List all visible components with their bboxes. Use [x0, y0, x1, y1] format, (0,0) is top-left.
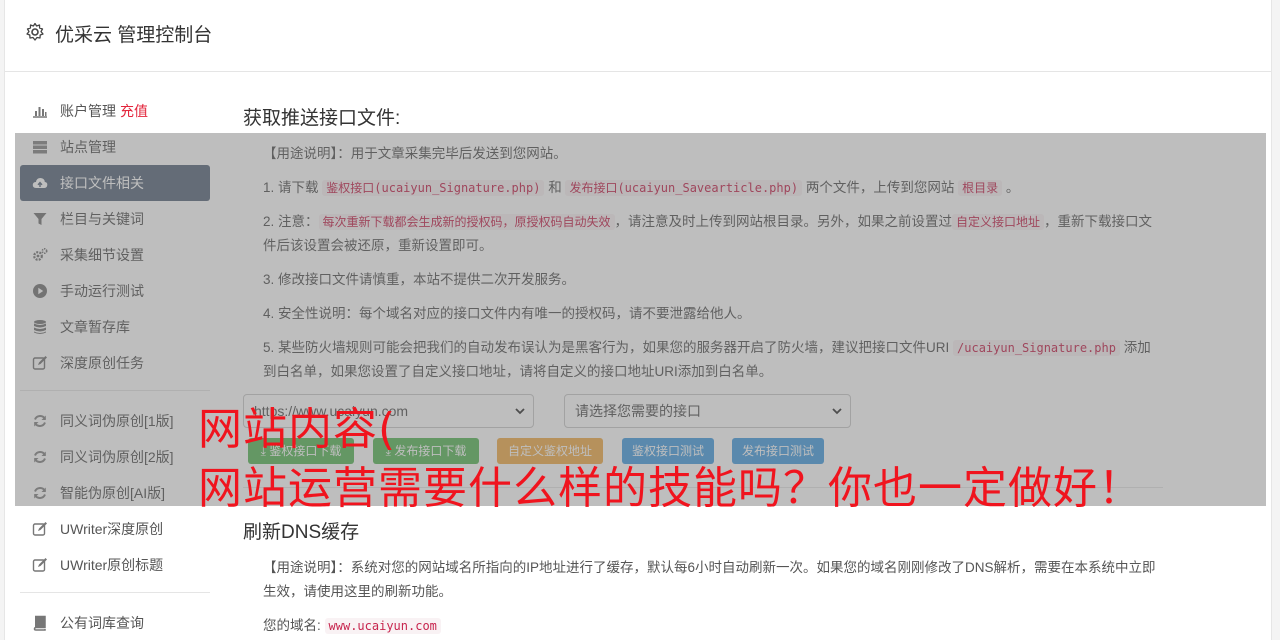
book-icon	[33, 615, 46, 631]
dns-instructions: 【用途说明】：系统对您的网站域名所指向的IP地址进行了缓存，默认每6小时自动刷新…	[243, 556, 1163, 638]
sidebar-item-public-lexicon[interactable]: 公有词库查询	[20, 605, 210, 640]
page-title: 优采云 管理控制台	[55, 25, 213, 46]
recharge-link[interactable]: 充值	[120, 103, 148, 119]
sidebar-divider	[20, 592, 210, 593]
sidebar-item-label: UWriter原创标题	[60, 557, 164, 573]
dns-usage-note: 【用途说明】：系统对您的网站域名所指向的IP地址进行了缓存，默认每6小时自动刷新…	[263, 560, 1156, 599]
sidebar-item-uwriter-title[interactable]: UWriter原创标题	[20, 547, 210, 583]
sidebar-item-uwriter-deep[interactable]: UWriter深度原创	[20, 511, 210, 547]
section-title-dns: 刷新DNS缓存	[243, 522, 360, 543]
sidebar-item-label: 账户管理	[60, 103, 116, 119]
watermark-line-1: 网站内容(	[198, 404, 397, 455]
sidebar-item-account[interactable]: 账户管理 充值	[20, 93, 210, 129]
sidebar-item-label: UWriter深度原创	[60, 521, 164, 537]
sidebar-item-label: 公有词库查询	[60, 615, 144, 631]
gear-icon	[26, 22, 44, 41]
bar-chart-icon	[33, 107, 47, 118]
dns-section: 刷新DNS缓存 【用途说明】：系统对您的网站域名所指向的IP地址进行了缓存，默认…	[243, 517, 1163, 638]
header: 优采云 管理控制台	[5, 0, 1271, 72]
domain-value: www.ucaiyun.com	[324, 618, 441, 634]
section-title-interface-files: 获取推送接口文件:	[243, 108, 401, 129]
dns-domain-row: 您的域名: www.ucaiyun.com	[263, 614, 1163, 638]
watermark-line-2: 网站运营需要什么样的技能吗？你也一定做好！	[198, 463, 1143, 514]
edit-icon	[32, 522, 47, 536]
edit-icon	[32, 558, 47, 572]
